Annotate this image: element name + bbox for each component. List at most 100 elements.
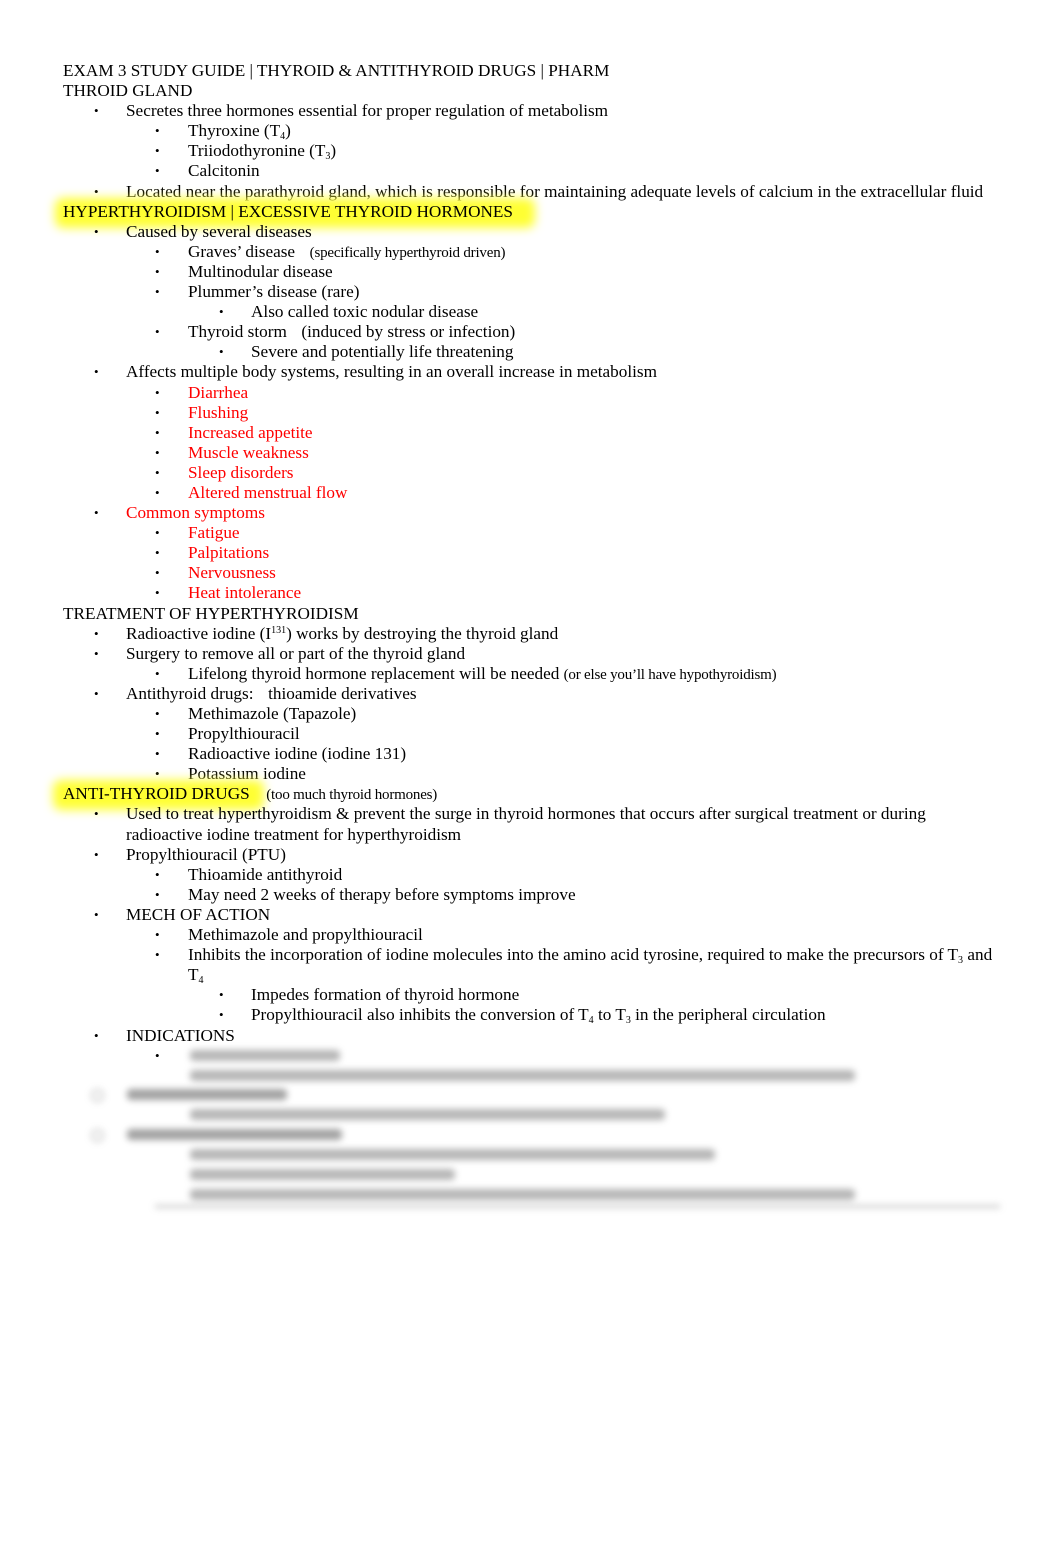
list-item: • MECH OF ACTION bbox=[94, 904, 271, 924]
list-item-symptom: • Fatigue bbox=[155, 523, 240, 543]
study-guide-document: EXAM 3 STUDY GUIDE | THYROID & ANTITHYRO… bbox=[63, 61, 1023, 1066]
section-heading-antithyroid: ANTI-THYROID DRUGS (too much thyroid hor… bbox=[63, 784, 1023, 804]
note: (induced by stress or infection) bbox=[301, 322, 516, 342]
bullet-icon: • bbox=[155, 484, 160, 500]
blurred-heading bbox=[127, 1129, 342, 1140]
list-item: • Secretes three hormones essential for … bbox=[94, 101, 609, 121]
bullet-icon: • bbox=[94, 685, 99, 701]
blurred-text bbox=[190, 1109, 665, 1120]
list-item: • Also called toxic nodular disease bbox=[219, 302, 479, 322]
list-item: • Lifelong thyroid hormone replacement w… bbox=[155, 663, 777, 683]
bullet-icon: • bbox=[219, 344, 224, 360]
bullet-icon: • bbox=[155, 886, 160, 902]
bullet-icon: • bbox=[155, 947, 160, 963]
bullet-icon: • bbox=[155, 706, 160, 721]
bullet-icon: • bbox=[155, 284, 160, 300]
bullet-icon: • bbox=[155, 464, 160, 480]
list-item-hormone: • Triiodothyronine (T3) bbox=[155, 141, 337, 163]
note: (or else you’ll have hypothyroidism) bbox=[563, 666, 777, 683]
bullet-icon: • bbox=[155, 324, 160, 340]
list-item: • May need 2 weeks of therapy before sym… bbox=[155, 884, 576, 904]
list-item-disease: • Thyroid storm (induced by stress or in… bbox=[155, 322, 516, 342]
bullet-icon: • bbox=[155, 123, 160, 139]
bullet-icon: • bbox=[155, 263, 160, 279]
bullet-icon: • bbox=[94, 645, 99, 661]
bullet-icon: • bbox=[155, 525, 160, 541]
document-title: EXAM 3 STUDY GUIDE | THYROID & ANTITHYRO… bbox=[63, 61, 610, 80]
bullet-icon: • bbox=[155, 866, 160, 882]
section-heading-treatment: TREATMENT OF HYPERTHYROIDISM bbox=[63, 603, 359, 623]
bullet-icon: • bbox=[94, 223, 99, 239]
list-item: • Inhibits the incorporation of iodine m… bbox=[155, 945, 993, 967]
bullet-icon: • bbox=[155, 444, 160, 460]
bullet-icon: • bbox=[155, 243, 160, 259]
list-item-effect: • Flushing bbox=[155, 402, 249, 422]
blurred-bullet-icon bbox=[91, 1089, 104, 1102]
bullet-icon: • bbox=[155, 545, 160, 561]
bullet-icon: • bbox=[94, 505, 99, 521]
list-item-drug: • Propylthiouracil bbox=[155, 724, 300, 744]
list-item-effect: • Muscle weakness bbox=[155, 442, 309, 462]
bullet-icon: • bbox=[219, 304, 224, 320]
list-item: • Common symptoms bbox=[94, 503, 265, 523]
note: (specifically hyperthyroid driven) bbox=[309, 244, 506, 261]
blurred-text bbox=[190, 1050, 340, 1061]
list-item-symptom: • Heat intolerance bbox=[155, 583, 302, 603]
list-item-effect: • Altered menstrual flow bbox=[155, 482, 348, 502]
list-item: • Severe and potentially life threatenin… bbox=[219, 342, 514, 362]
blurred-text bbox=[190, 1070, 855, 1081]
list-item: • Affects multiple body systems, resulti… bbox=[94, 362, 657, 382]
bullet-icon: • bbox=[155, 143, 160, 159]
blurred-rule bbox=[155, 1205, 1000, 1208]
list-item: • Antithyroid drugs: thioamide derivativ… bbox=[94, 683, 417, 703]
list-item-hormone: • Calcitonin bbox=[155, 161, 260, 181]
list-item-continuation: radioactive iodine treatment for hyperth… bbox=[126, 824, 462, 844]
bullet-icon: • bbox=[94, 625, 99, 641]
bullet-icon: • bbox=[155, 665, 160, 681]
list-item-drug: • Radioactive iodine (iodine 131) bbox=[155, 744, 407, 764]
list-item-symptom: • Nervousness bbox=[155, 563, 276, 583]
section-heading-thyroid-gland: THROID GLAND bbox=[63, 81, 193, 101]
bullet-icon: • bbox=[155, 384, 160, 400]
bullet-icon: • bbox=[94, 906, 99, 922]
bullet-icon: • bbox=[94, 846, 99, 862]
list-item: • Radioactive iodine (I131) works by des… bbox=[94, 623, 559, 643]
list-item-symptom: • Palpitations bbox=[155, 543, 270, 563]
list-item: • Caused by several diseases bbox=[94, 221, 312, 241]
blurred-text bbox=[190, 1149, 715, 1160]
bullet-icon: • bbox=[155, 404, 160, 420]
list-item: • Propylthiouracil (PTU) bbox=[94, 844, 286, 864]
list-item-continuation: T4 bbox=[188, 965, 204, 987]
bullet-icon: • bbox=[155, 163, 160, 179]
bullet-icon: • bbox=[155, 585, 160, 601]
list-item-drug: • Methimazole (Tapazole) bbox=[155, 704, 357, 723]
bullet-icon: • bbox=[94, 364, 99, 380]
bullet-icon: • bbox=[155, 927, 160, 943]
bullet-icon: • bbox=[94, 103, 99, 119]
list-item: • Surgery to remove all or part of the t… bbox=[94, 643, 466, 663]
blurred-text bbox=[190, 1169, 455, 1180]
blurred-content-preview bbox=[85, 1043, 1015, 1223]
list-item-disease: • Plummer’s disease (rare) bbox=[155, 282, 360, 302]
blurred-text bbox=[190, 1189, 855, 1200]
bullet-icon: • bbox=[219, 1007, 224, 1023]
highlighted-heading: HYPERTHYROIDISM | EXCESSIVE THYROID HORM… bbox=[63, 201, 513, 221]
section-heading-hyperthyroidism: HYPERTHYROIDISM | EXCESSIVE THYROID HORM… bbox=[63, 202, 1023, 222]
list-item-disease: • Graves’ disease (specifically hyperthy… bbox=[155, 241, 506, 261]
list-item-effect: • Increased appetite bbox=[155, 422, 313, 442]
list-item: • Methimazole and propylthiouracil bbox=[155, 925, 423, 945]
list-item: • Impedes formation of thyroid hormone bbox=[219, 985, 520, 1005]
note: (too much thyroid hormones) bbox=[266, 787, 438, 804]
list-item-effect: • Diarrhea bbox=[155, 382, 249, 402]
list-item-effect: • Sleep disorders bbox=[155, 462, 294, 482]
bullet-icon: • bbox=[155, 565, 160, 581]
blurred-bullet-icon bbox=[91, 1129, 104, 1142]
bullet-icon: • bbox=[219, 987, 224, 1003]
blurred-heading bbox=[127, 1089, 287, 1100]
list-item-disease: • Multinodular disease bbox=[155, 261, 333, 281]
list-item: • Used to treat hyperthyroidism & preven… bbox=[94, 804, 926, 824]
bullet-icon: • bbox=[155, 424, 160, 440]
list-item: • Thioamide antithyroid bbox=[155, 864, 343, 884]
bullet-icon: • bbox=[155, 746, 160, 762]
bullet-icon: • bbox=[94, 806, 99, 822]
